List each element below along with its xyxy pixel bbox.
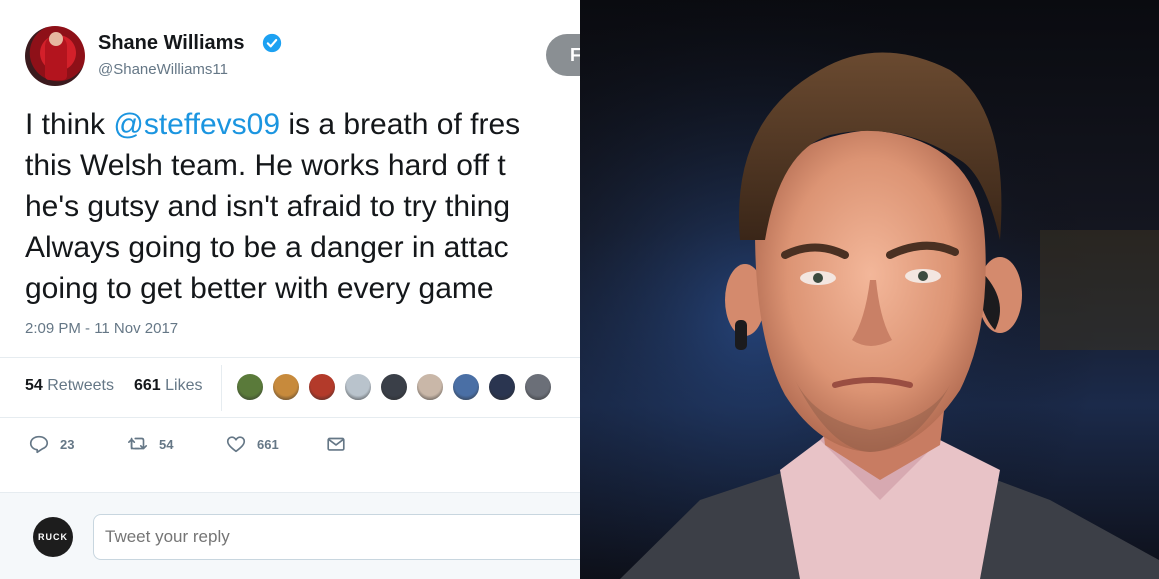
liker-avatar[interactable] — [415, 372, 445, 402]
retweet-count: 54 — [159, 436, 174, 452]
liker-avatar[interactable] — [487, 372, 517, 402]
reply-count: 23 — [60, 436, 75, 452]
liker-avatar[interactable] — [235, 372, 265, 402]
tweet-timestamp[interactable]: 2:09 PM - 11 Nov 2017 — [25, 320, 178, 337]
likes-label: Likes — [165, 377, 203, 394]
liker-avatar[interactable] — [307, 372, 337, 402]
retweet-icon — [128, 437, 148, 450]
portrait-photo — [580, 0, 1159, 579]
divider-top — [0, 357, 580, 358]
tweet-line-1-suffix: is a breath of fres — [280, 108, 521, 141]
envelope-icon — [327, 437, 345, 451]
heart-icon — [226, 436, 246, 453]
mention-link[interactable]: @steffevs09 — [113, 108, 280, 141]
tweet-line-1-prefix: I think — [25, 108, 114, 141]
liker-avatar[interactable] — [343, 372, 373, 402]
retweets-stat[interactable]: 54 Retweets — [25, 377, 114, 395]
retweets-count: 54 — [25, 377, 43, 394]
tweet-text: I think @steffevs09 is a breath of fres … — [25, 104, 580, 309]
like-count: 661 — [257, 436, 279, 452]
reply-input[interactable] — [93, 514, 580, 560]
user-avatar[interactable] — [25, 26, 85, 86]
stats-separator — [221, 365, 222, 411]
reply-composer: RUCK — [0, 492, 580, 579]
divider-bottom — [0, 417, 580, 418]
tweet-line-2: this Welsh team. He works hard off t — [25, 149, 506, 182]
retweets-label: Retweets — [47, 377, 114, 394]
photo-panel — [580, 0, 1159, 579]
like-action[interactable]: 661 — [225, 433, 279, 455]
liker-avatar[interactable] — [271, 372, 301, 402]
user-handle[interactable]: @ShaneWilliams11 — [98, 61, 228, 78]
likes-count: 661 — [134, 377, 161, 394]
tweet-line-3: he's gutsy and isn't afraid to try thing — [25, 190, 511, 223]
user-name[interactable]: Shane Williams — [98, 32, 245, 55]
verified-badge-icon — [262, 33, 282, 53]
tweet-line-4: Always going to be a danger in attac — [25, 231, 509, 264]
current-user-avatar: RUCK — [33, 517, 73, 557]
follow-button[interactable]: F — [546, 34, 580, 76]
avatar-head — [49, 32, 63, 46]
tweet-line-5: going to get better with every game — [25, 272, 494, 305]
liker-avatar[interactable] — [451, 372, 481, 402]
direct-message-action[interactable] — [325, 433, 357, 455]
tweet-line-1: I think @steffevs09 is a breath of fres — [25, 104, 580, 145]
likes-stat[interactable]: 661 Likes — [134, 377, 203, 395]
retweet-action[interactable]: 54 — [127, 433, 173, 455]
tweet-card: Shane Williams @ShaneWilliams11 F I thin… — [0, 0, 580, 579]
liker-avatar[interactable] — [379, 372, 409, 402]
reply-action[interactable]: 23 — [28, 433, 74, 455]
reply-icon — [29, 435, 49, 454]
liker-avatar[interactable] — [523, 372, 553, 402]
